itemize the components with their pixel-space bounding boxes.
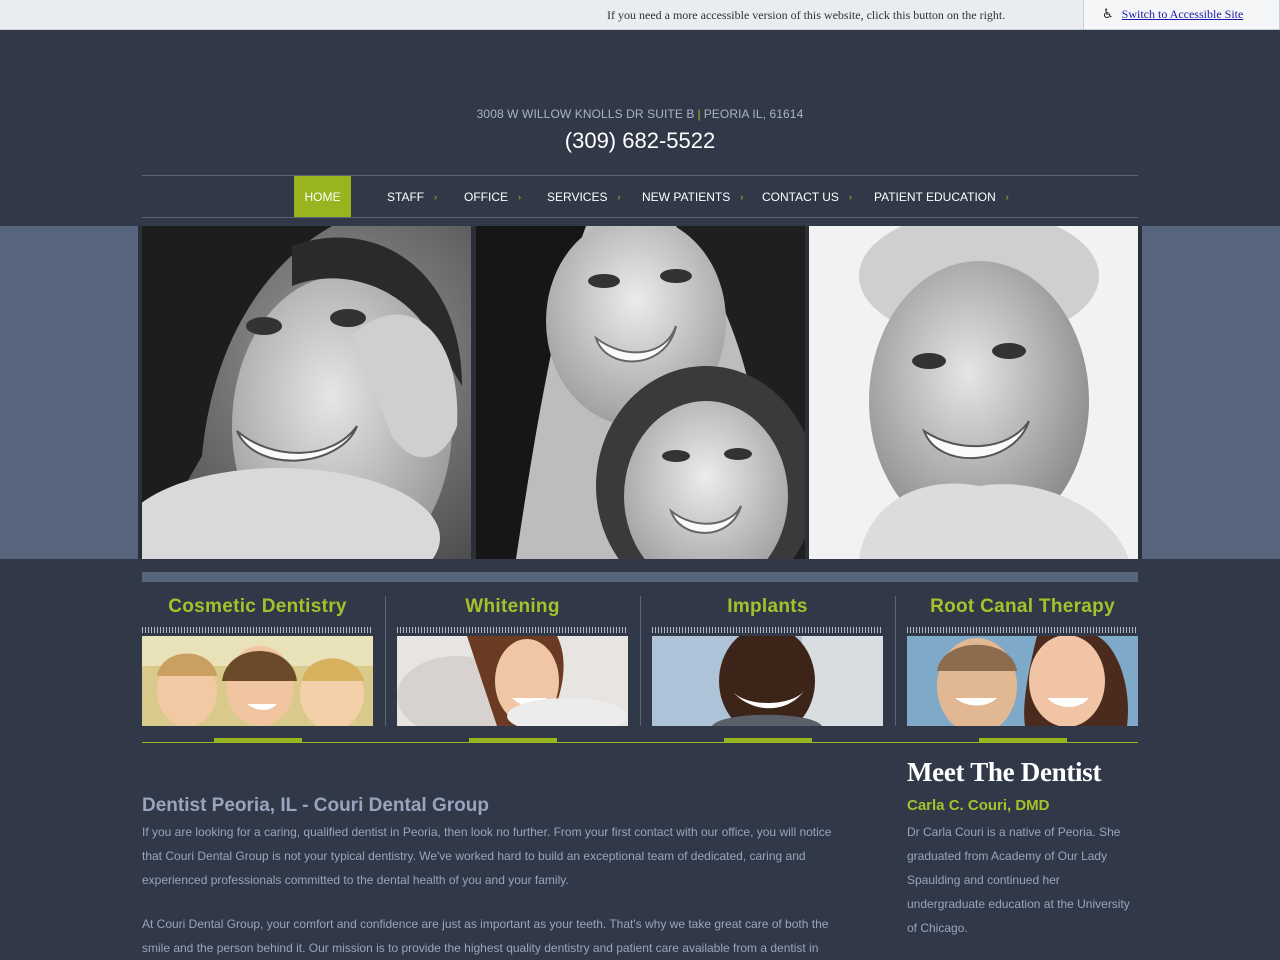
nav-label[interactable]: SERVICES bbox=[547, 190, 607, 204]
city-address: PEORIA IL, 61614 bbox=[703, 107, 804, 121]
hatch-divider bbox=[142, 627, 373, 633]
service-tab-marker bbox=[214, 738, 302, 743]
street-address: 3008 W WILLOW KNOLLS DR SUITE B bbox=[476, 107, 695, 121]
main-nav: HOME STAFF › OFFICE › SERVICES › NEW PATIEN… bbox=[142, 175, 1138, 218]
implants-image[interactable] bbox=[652, 636, 883, 726]
service-tab-marker bbox=[979, 738, 1067, 743]
nav-label[interactable]: HOME bbox=[305, 190, 341, 204]
service-tab-marker bbox=[724, 738, 812, 743]
services-strip bbox=[142, 572, 1138, 582]
root-canal-therapy-image[interactable] bbox=[907, 636, 1138, 726]
service-divider bbox=[640, 596, 641, 726]
hero-photo-older-man bbox=[809, 226, 1138, 559]
hatch-divider bbox=[652, 627, 883, 633]
chevron-right-icon: › bbox=[617, 191, 621, 202]
page-title: Dentist Peoria, IL - Couri Dental Group bbox=[142, 795, 489, 816]
service-tab-marker bbox=[469, 738, 557, 743]
chevron-right-icon: › bbox=[434, 191, 438, 202]
nav-label[interactable]: CONTACT US bbox=[762, 190, 839, 204]
chevron-right-icon: › bbox=[740, 191, 744, 202]
service-divider bbox=[385, 596, 386, 726]
nav-item-home[interactable]: HOME bbox=[294, 176, 351, 217]
hatch-divider bbox=[397, 627, 628, 633]
hatch-divider bbox=[907, 627, 1138, 633]
phone-number[interactable]: (309) 682-5522 bbox=[0, 128, 1280, 154]
cosmetic-dentistry-image[interactable] bbox=[142, 636, 373, 726]
chevron-right-icon: › bbox=[848, 191, 852, 202]
chevron-right-icon: › bbox=[518, 191, 521, 202]
whitening-image[interactable] bbox=[397, 636, 628, 726]
service-title-root-canal[interactable]: Root Canal Therapy bbox=[907, 596, 1138, 618]
nav-item-staff[interactable]: STAFF › bbox=[387, 176, 437, 217]
nav-item-patient-education[interactable]: PATIENT EDUCATION › bbox=[874, 176, 1009, 217]
nav-label[interactable]: STAFF bbox=[387, 190, 424, 204]
mission-paragraph: At Couri Dental Group, your comfort and … bbox=[142, 917, 829, 955]
office-address: 3008 W WILLOW KNOLLS DR SUITE B | PEORIA I… bbox=[0, 107, 1280, 121]
dentist-bio: Dr Carla Couri is a native of Peoria. Sh… bbox=[907, 825, 1130, 935]
switch-accessible-label[interactable]: Switch to Accessible Site bbox=[1122, 7, 1244, 22]
accessibility-bar: If you need a more accessible version of… bbox=[0, 0, 1280, 30]
switch-accessible-button[interactable]: ♿ Switch to Accessible Site bbox=[1083, 0, 1280, 29]
nav-item-office[interactable]: OFFICE › bbox=[464, 176, 521, 217]
accessibility-message: If you need a more accessible version of… bbox=[607, 8, 1006, 22]
nav-item-new-patients[interactable]: NEW PATIENTS › bbox=[642, 176, 743, 217]
intro-paragraph: If you are looking for a caring, qualifi… bbox=[142, 825, 832, 887]
dentist-name[interactable]: Carla C. Couri, DMD bbox=[907, 797, 1050, 814]
nav-label[interactable]: PATIENT EDUCATION bbox=[874, 190, 996, 204]
meet-dentist-heading: Meet The Dentist bbox=[907, 757, 1102, 787]
service-title-implants[interactable]: Implants bbox=[652, 596, 883, 618]
nav-item-contact-us[interactable]: CONTACT US › bbox=[762, 176, 852, 217]
nav-label[interactable]: NEW PATIENTS bbox=[642, 190, 730, 204]
service-divider bbox=[895, 596, 896, 726]
nav-label[interactable]: OFFICE bbox=[464, 190, 508, 204]
service-title-whitening[interactable]: Whitening bbox=[397, 596, 628, 618]
wheelchair-icon: ♿ bbox=[1102, 7, 1114, 22]
service-title-cosmetic[interactable]: Cosmetic Dentistry bbox=[142, 596, 373, 618]
hero-photo-mother-child bbox=[476, 226, 805, 559]
chevron-right-icon: › bbox=[1005, 191, 1009, 202]
nav-item-services[interactable]: SERVICES › bbox=[547, 176, 620, 217]
address-separator: | bbox=[697, 107, 701, 121]
hero-photo-woman bbox=[142, 226, 471, 559]
